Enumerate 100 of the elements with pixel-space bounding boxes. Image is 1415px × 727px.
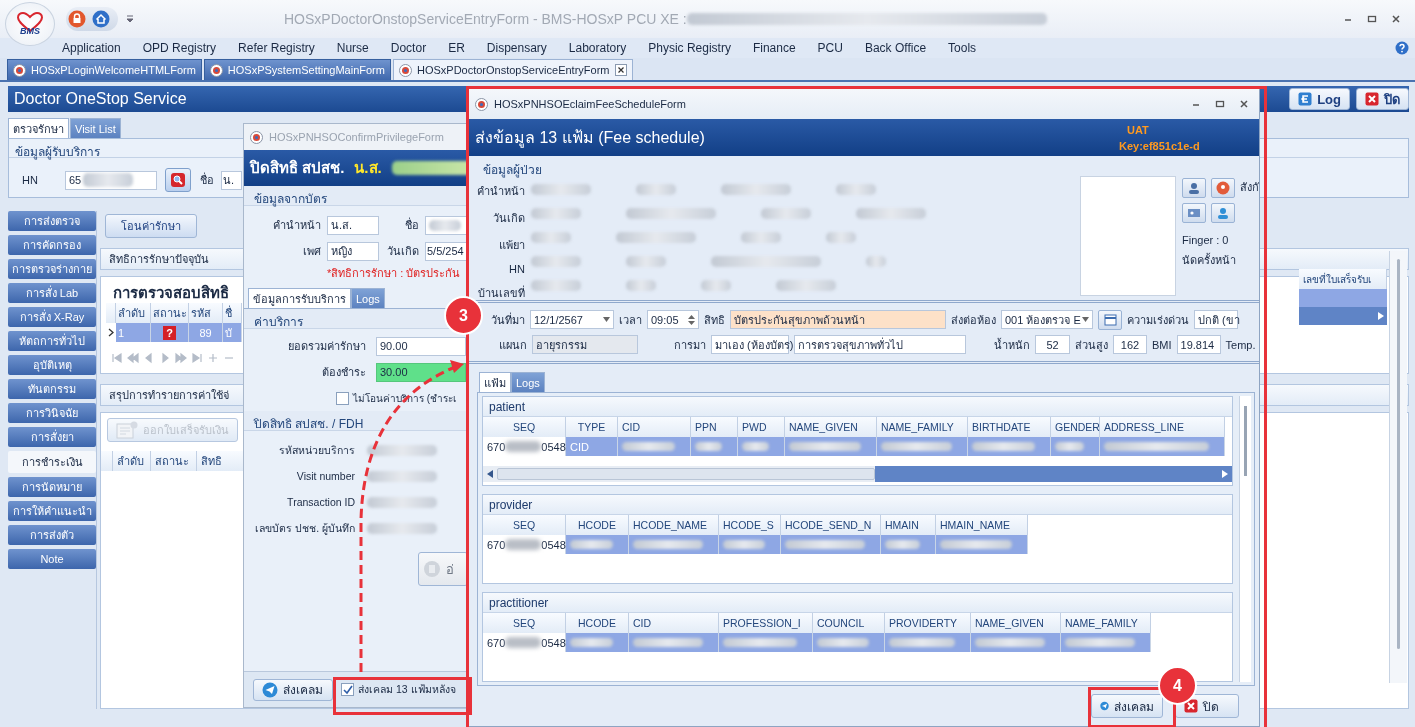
column-header: ชื่	[223, 303, 242, 323]
key-label: Key:ef851c1e-d	[1119, 138, 1201, 154]
right-field[interactable]: บัตรประกันสุขภาพถ้วนหน้า	[730, 310, 946, 329]
field-label: ชื่อ	[404, 216, 419, 233]
group-title: ข้อมูลจากบัตร	[254, 192, 327, 206]
document-tab[interactable]: HOSxPSystemSettingMainForm	[203, 59, 391, 80]
menu-item[interactable]: ER	[448, 41, 465, 55]
nav-button[interactable]: การนัดหมาย	[8, 477, 96, 497]
column-header: NAME_FAMILY	[1061, 613, 1151, 633]
panel-title: สิทธิการรักษาปัจจุบัน	[109, 252, 209, 268]
menu-item[interactable]: Physic Registry	[648, 41, 731, 55]
transfer-button[interactable]: โอนค่ารักษา	[105, 214, 197, 238]
payable-field[interactable]: 30.00	[376, 362, 466, 382]
close-button[interactable]: ปิด	[1356, 88, 1409, 110]
field-label: รหัสหน่วยบริการ	[278, 442, 355, 458]
visit-type-field[interactable]: การตรวจสุขภาพทั่วไป	[794, 335, 966, 354]
nav-button[interactable]: Note	[8, 549, 96, 569]
claim-button[interactable]: ส่งเคลม	[1091, 694, 1163, 718]
nav-button[interactable]: การให้คำแนะนำ	[8, 501, 96, 521]
column-header: เลขที่ใบเสร็จรับเ	[1299, 269, 1387, 289]
tab[interactable]: ข้อมูลการรับบริการ	[248, 288, 351, 308]
height-field[interactable]: 162	[1113, 335, 1147, 354]
table-cell: บั	[223, 323, 242, 342]
field-label: การมา	[674, 337, 706, 353]
column-header: HCODE_S	[719, 515, 781, 535]
document-tab[interactable]: HOSxPDoctorOnstopServiceEntryForm	[392, 59, 633, 80]
nav-button[interactable]: หัตถการทั่วไป	[8, 331, 96, 351]
menu-item[interactable]: Dispensary	[486, 41, 547, 55]
table-row[interactable]: 670 0548	[483, 535, 1028, 554]
menu-item[interactable]: Application	[62, 41, 121, 55]
table-row[interactable]: 1 ? 89 บั	[106, 323, 242, 342]
column-header: GENDER	[1051, 417, 1100, 437]
nav-button[interactable]: การตรวจร่างกาย	[8, 259, 96, 279]
hn-field[interactable]: 65	[65, 170, 157, 190]
menu-item[interactable]: PCU	[817, 41, 843, 55]
nav-button[interactable]: การสั่ง Lab	[8, 283, 96, 303]
table-cell: 670 0548	[483, 535, 566, 554]
column-header: HMAIN	[881, 515, 936, 535]
field-label: วันเกิด	[386, 244, 419, 259]
window-title: HOSxPDoctorOnstopServiceEntryForm - BMS-HOSxP PCU XE :	[284, 11, 687, 27]
time-field[interactable]: 09:05	[647, 310, 699, 329]
name-field[interactable]: น.	[221, 170, 242, 190]
date-field[interactable]: 12/1/2567	[530, 310, 614, 329]
column-header: NAME_GIVEN	[971, 613, 1061, 633]
field-label: เวลา	[619, 312, 642, 328]
nav-button[interactable]: การคัดกรอง	[8, 235, 96, 255]
menu-item[interactable]: Nurse	[336, 41, 369, 55]
urgency-field[interactable]: ปกติ (ขา	[1194, 310, 1238, 329]
nav-button[interactable]: การวินิจฉัย	[8, 403, 96, 423]
checkbox-label: ส่งเคลม 13 แฟ้มหลังจ	[358, 682, 456, 697]
field-label: คำนำหน้า	[476, 184, 525, 199]
column-header: สถานะ	[151, 451, 197, 471]
room-field[interactable]: 001 ห้องตรวจ E	[1001, 310, 1093, 329]
menu-item[interactable]: OPD Registry	[142, 41, 217, 55]
menu-item[interactable]: Refer Registry	[238, 41, 315, 55]
nav-button[interactable]: การสั่งยา	[8, 427, 96, 447]
log-button[interactable]: Log	[1289, 88, 1350, 110]
column-header: BIRTHDATE	[968, 417, 1051, 437]
nav-button[interactable]: การสั่ง X-Ray	[8, 307, 96, 327]
field-label: น้ำหนัก	[994, 337, 1030, 353]
table-row[interactable]: 670 0548 CID	[483, 437, 1225, 456]
field-label: HN	[509, 263, 525, 275]
nav-button[interactable]: การชำระเงิน	[8, 451, 96, 473]
field-label: ความเร่งด่วน	[1127, 312, 1189, 328]
claim-button[interactable]: ส่งเคลม	[253, 678, 333, 701]
nav-button[interactable]: การส่งตัว	[8, 525, 96, 545]
field-label: เพศ	[302, 244, 321, 259]
nav-button[interactable]: ทันตกรรม	[8, 379, 96, 399]
tab[interactable]: แฟ้ม	[479, 372, 511, 392]
column-header: COUNCIL	[813, 613, 885, 633]
app-logo[interactable]: BMS	[5, 2, 55, 46]
document-tab[interactable]: HOSxPLoginWelcomeHTMLForm	[7, 59, 202, 80]
prefix-field[interactable]: น.ส.	[327, 215, 379, 235]
column-header: PROFESSION_I	[719, 613, 813, 633]
column-header: สถานะ	[151, 303, 189, 323]
field-label: ส่งต่อห้อง	[951, 312, 996, 328]
bmi-field[interactable]: 19.814	[1176, 335, 1221, 354]
nav-button[interactable]: อุบัติเหตุ	[8, 355, 96, 375]
column-header: CID	[629, 613, 719, 633]
warning-text: *สิทธิการรักษา : บัตรประกัน	[326, 266, 462, 281]
patient-name: น.ส.	[354, 158, 382, 178]
column-header: TYPE	[566, 417, 618, 437]
department-field[interactable]: อายุรกรรม	[532, 335, 638, 354]
menu-item[interactable]: Tools	[948, 41, 977, 55]
birthdate-field[interactable]: 5/5/254	[425, 241, 467, 261]
weight-field[interactable]: 52	[1035, 335, 1070, 354]
field-label: ยอดรวมค่ารักษา	[287, 339, 366, 354]
field-label: Transaction ID	[286, 496, 355, 508]
sex-field[interactable]: หญิง	[327, 241, 379, 261]
menu-item[interactable]: Laboratory	[568, 41, 627, 55]
nav-button[interactable]: การส่งตรวจ	[8, 211, 96, 231]
menu-item[interactable]: Doctor	[390, 41, 427, 55]
table-row[interactable]: 670 0548	[483, 633, 1151, 652]
menu-item[interactable]: Finance	[752, 41, 796, 55]
group-title: ข้อมูลผู้รับบริการ	[15, 145, 100, 159]
menu-item[interactable]: Back Office	[864, 41, 927, 55]
field-label: Temp.	[1225, 338, 1256, 351]
field-label: สังกั	[1240, 180, 1259, 195]
tab[interactable]: ตรวจรักษา	[8, 118, 69, 138]
total-field[interactable]: 90.00	[376, 336, 466, 356]
